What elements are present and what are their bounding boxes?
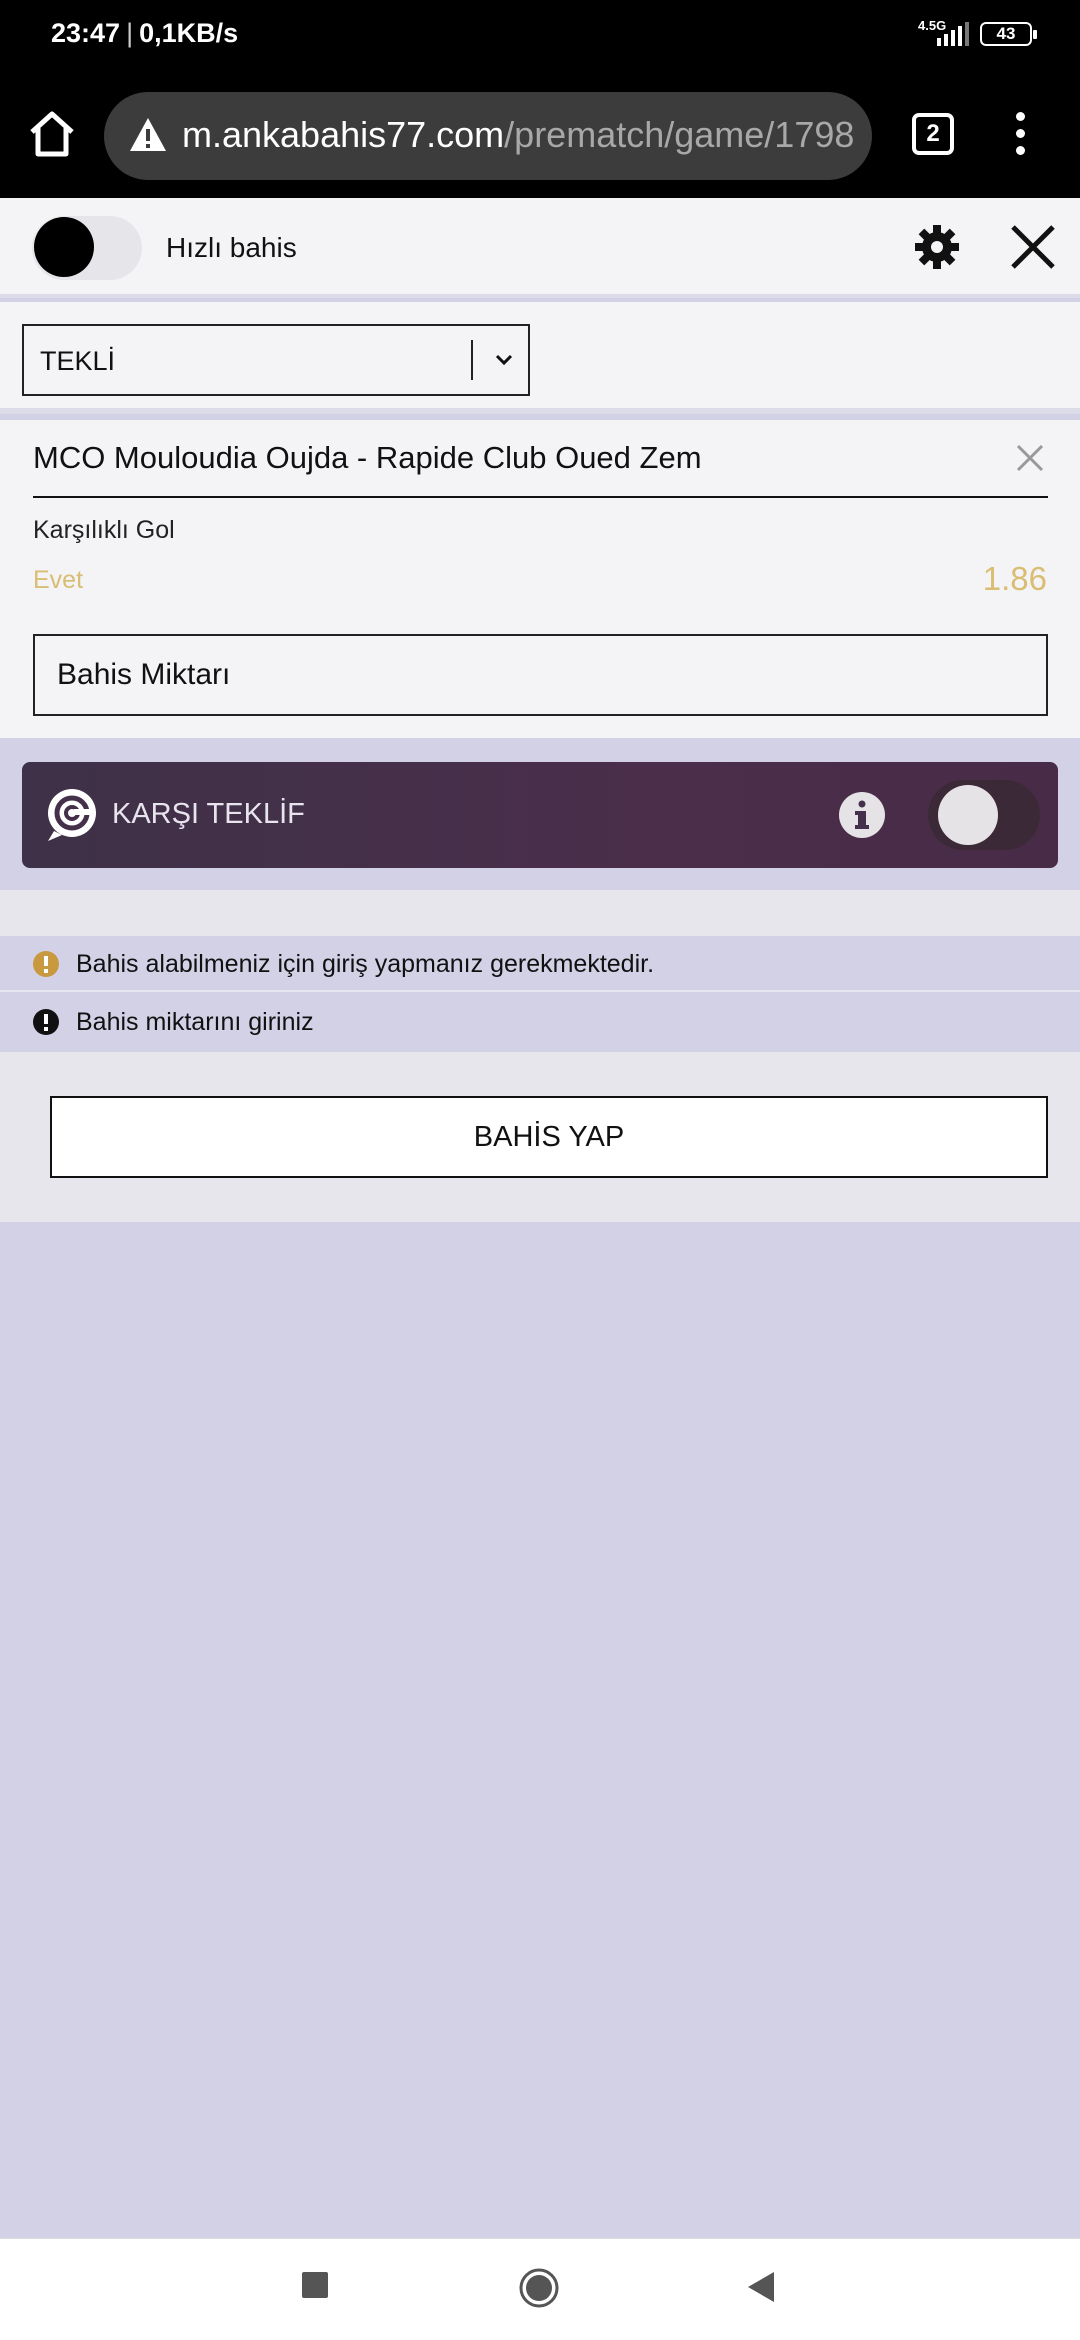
battery-icon: 43 xyxy=(980,22,1037,46)
stake-field[interactable] xyxy=(33,634,1048,716)
stake-required-message: Bahis miktarını giriniz xyxy=(0,994,1080,1050)
market-name: Karşılıklı Gol xyxy=(33,516,175,544)
url-bar[interactable]: m.ankabahis77.com/prematch/game/1798 xyxy=(104,92,872,180)
chevron-down-icon xyxy=(495,354,513,366)
bet-card: MCO Mouloudia Oujda - Rapide Club Oued Z… xyxy=(0,420,1080,738)
betslip-header: Hızlı bahis xyxy=(0,198,1080,298)
counter-offer-toggle-knob xyxy=(938,785,998,845)
divider xyxy=(33,496,1048,498)
more-menu-icon[interactable] xyxy=(1004,108,1036,160)
place-bet-button[interactable]: BAHİS YAP xyxy=(50,1096,1048,1178)
match-name: MCO Mouloudia Oujda - Rapide Club Oued Z… xyxy=(33,440,702,475)
network-speed: 0,1KB/s xyxy=(139,18,239,48)
url-path: /prematch/game/1798 xyxy=(504,114,855,155)
gear-icon[interactable] xyxy=(912,222,962,272)
counter-offer-label: KARŞI TEKLİF xyxy=(112,798,305,830)
clock: 23:47 xyxy=(51,18,121,48)
url-text[interactable]: m.ankabahis77.com/prematch/game/1798 xyxy=(182,114,854,156)
recents-icon[interactable] xyxy=(302,2272,328,2298)
home-icon[interactable] xyxy=(26,108,78,160)
counter-offer-toggle[interactable] xyxy=(928,780,1040,850)
status-bar: 23:47 | 0,1KB/s 4.5G 43 xyxy=(0,0,1080,66)
close-icon[interactable] xyxy=(1010,224,1056,270)
message-text: Bahis miktarını giriniz xyxy=(76,1008,314,1036)
stake-input[interactable] xyxy=(35,636,1046,714)
signal-icon xyxy=(937,22,969,46)
login-required-message: Bahis alabilmeniz için giriş yapmanız ge… xyxy=(0,936,1080,992)
message-text: Bahis alabilmeniz için giriş yapmanız ge… xyxy=(76,950,655,978)
counter-offer-section: KARŞI TEKLİF xyxy=(0,738,1080,890)
spacer xyxy=(0,890,1080,936)
odd-value: 1.86 xyxy=(982,560,1047,597)
selection-name: Evet xyxy=(33,566,84,594)
counter-offer-logo-icon xyxy=(48,789,96,841)
bet-type-select[interactable]: TEKLİ xyxy=(22,324,530,396)
home-nav-icon[interactable] xyxy=(518,2267,560,2309)
error-circle-icon xyxy=(33,1009,59,1035)
status-time: 23:47 | 0,1KB/s xyxy=(51,18,239,48)
select-divider xyxy=(471,340,473,380)
tab-switcher-button[interactable]: 2 xyxy=(912,113,954,155)
quick-bet-label: Hızlı bahis xyxy=(166,232,297,263)
place-bet-area: BAHİS YAP xyxy=(0,1052,1080,1222)
quick-bet-toggle-knob[interactable] xyxy=(34,217,94,277)
counter-offer-bar: KARŞI TEKLİF xyxy=(22,762,1058,868)
bet-type-row: TEKLİ xyxy=(0,302,1080,414)
bet-type-value: TEKLİ xyxy=(40,346,116,376)
warning-circle-icon xyxy=(33,951,59,977)
browser-toolbar: m.ankabahis77.com/prematch/game/1798 2 xyxy=(0,66,1080,198)
remove-bet-icon[interactable] xyxy=(1016,444,1044,472)
warning-icon[interactable] xyxy=(128,116,168,154)
url-domain: m.ankabahis77.com xyxy=(182,114,505,155)
back-icon[interactable] xyxy=(746,2270,776,2304)
info-icon[interactable] xyxy=(838,791,886,839)
